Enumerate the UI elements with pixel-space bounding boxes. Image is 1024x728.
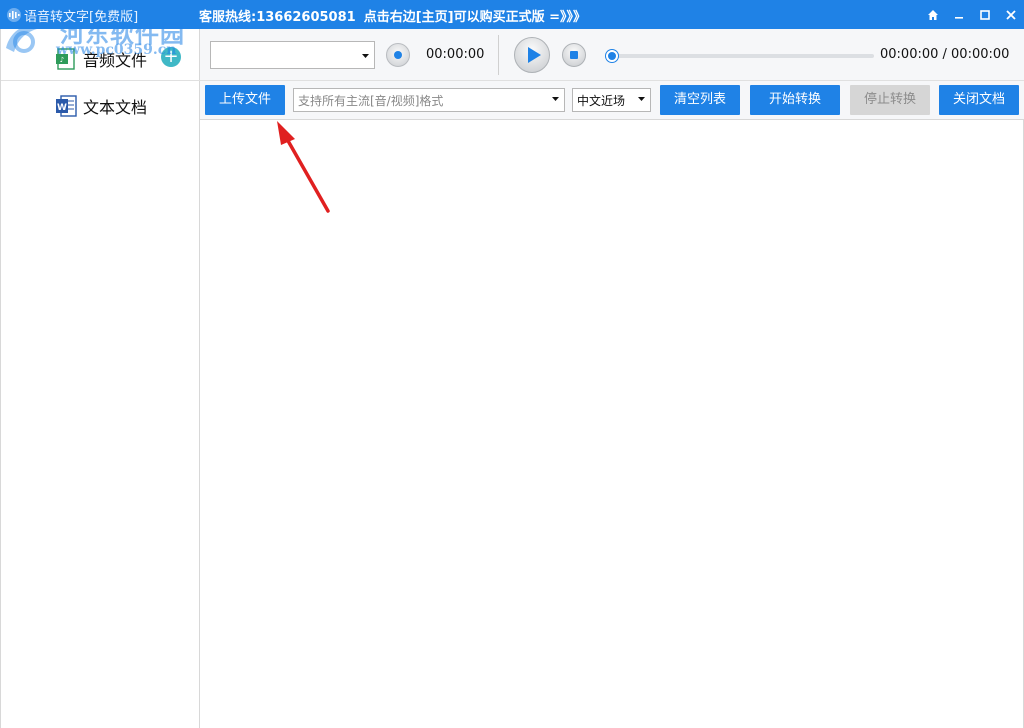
clear-list-button[interactable]: 清空列表: [660, 85, 740, 115]
play-button[interactable]: [514, 37, 550, 73]
word-document-icon: W: [56, 95, 77, 117]
sidebar-item-audio[interactable]: ♪ 音频文件 +: [1, 37, 200, 81]
action-toolbar: 上传文件 支持所有主流[音/视频]格式 中文近场 清空列表 开始转换 停止转换 …: [200, 81, 1024, 120]
app-title: 语音转文字[免费版]: [24, 10, 139, 25]
input-device-select[interactable]: [210, 41, 375, 69]
home-button[interactable]: [920, 0, 946, 29]
playback-time: 00:00:00 / 00:00:00: [880, 47, 1010, 62]
language-select-value: 中文近场: [577, 94, 626, 108]
close-document-button[interactable]: 关闭文档: [939, 85, 1019, 115]
title-bar: 语音转文字[免费版] 客服热线:13662605081 点击右边[主页]可以购买正…: [0, 0, 1024, 29]
chevron-down-icon: [549, 91, 562, 107]
hotline-banner: 客服热线:13662605081 点击右边[主页]可以购买正式版 =》》》: [199, 6, 586, 25]
player-divider: [498, 35, 499, 75]
maximize-icon: [980, 9, 990, 20]
close-button[interactable]: [998, 0, 1024, 29]
playback-progress-knob[interactable]: [606, 50, 618, 62]
stop-conversion-button: 停止转换: [850, 85, 930, 115]
chevron-down-icon: [635, 91, 648, 107]
sidebar: ♪ 音频文件 + W 文本文档: [0, 29, 200, 728]
add-audio-button[interactable]: +: [161, 47, 181, 67]
maximize-button[interactable]: [972, 0, 998, 29]
start-conversion-button[interactable]: 开始转换: [750, 85, 840, 115]
buy-hint-text: 点击右边[主页]可以购买正式版 =》》》: [363, 10, 587, 25]
language-select[interactable]: 中文近场: [572, 88, 651, 112]
stop-button[interactable]: [562, 43, 586, 67]
play-icon: [528, 47, 541, 63]
window-controls: [920, 0, 1024, 29]
upload-file-button[interactable]: 上传文件: [205, 85, 285, 115]
chevron-down-icon: [359, 48, 372, 64]
sidebar-item-audio-label: 音频文件: [83, 50, 148, 70]
minimize-button[interactable]: [946, 0, 972, 29]
svg-text:♪: ♪: [60, 56, 64, 64]
hotline-text: 客服热线:13662605081: [199, 10, 356, 25]
record-button[interactable]: [386, 43, 410, 67]
svg-text:W: W: [57, 103, 67, 113]
sidebar-item-document-label: 文本文档: [83, 98, 148, 117]
player-bar: 00:00:00 00:00:00 / 00:00:00: [200, 29, 1024, 81]
minimize-icon: [955, 16, 963, 19]
playback-progress-slider[interactable]: [606, 50, 874, 62]
format-select[interactable]: 支持所有主流[音/视频]格式: [293, 88, 565, 112]
format-select-placeholder: 支持所有主流[音/视频]格式: [298, 94, 444, 108]
audio-file-icon: ♪: [56, 47, 75, 70]
home-icon: [928, 9, 938, 20]
app-logo-icon: [7, 8, 21, 22]
close-icon: [1006, 9, 1016, 20]
file-list-area[interactable]: [200, 120, 1024, 728]
record-time: 00:00:00: [426, 47, 485, 62]
sidebar-item-document[interactable]: W 文本文档: [1, 89, 200, 123]
